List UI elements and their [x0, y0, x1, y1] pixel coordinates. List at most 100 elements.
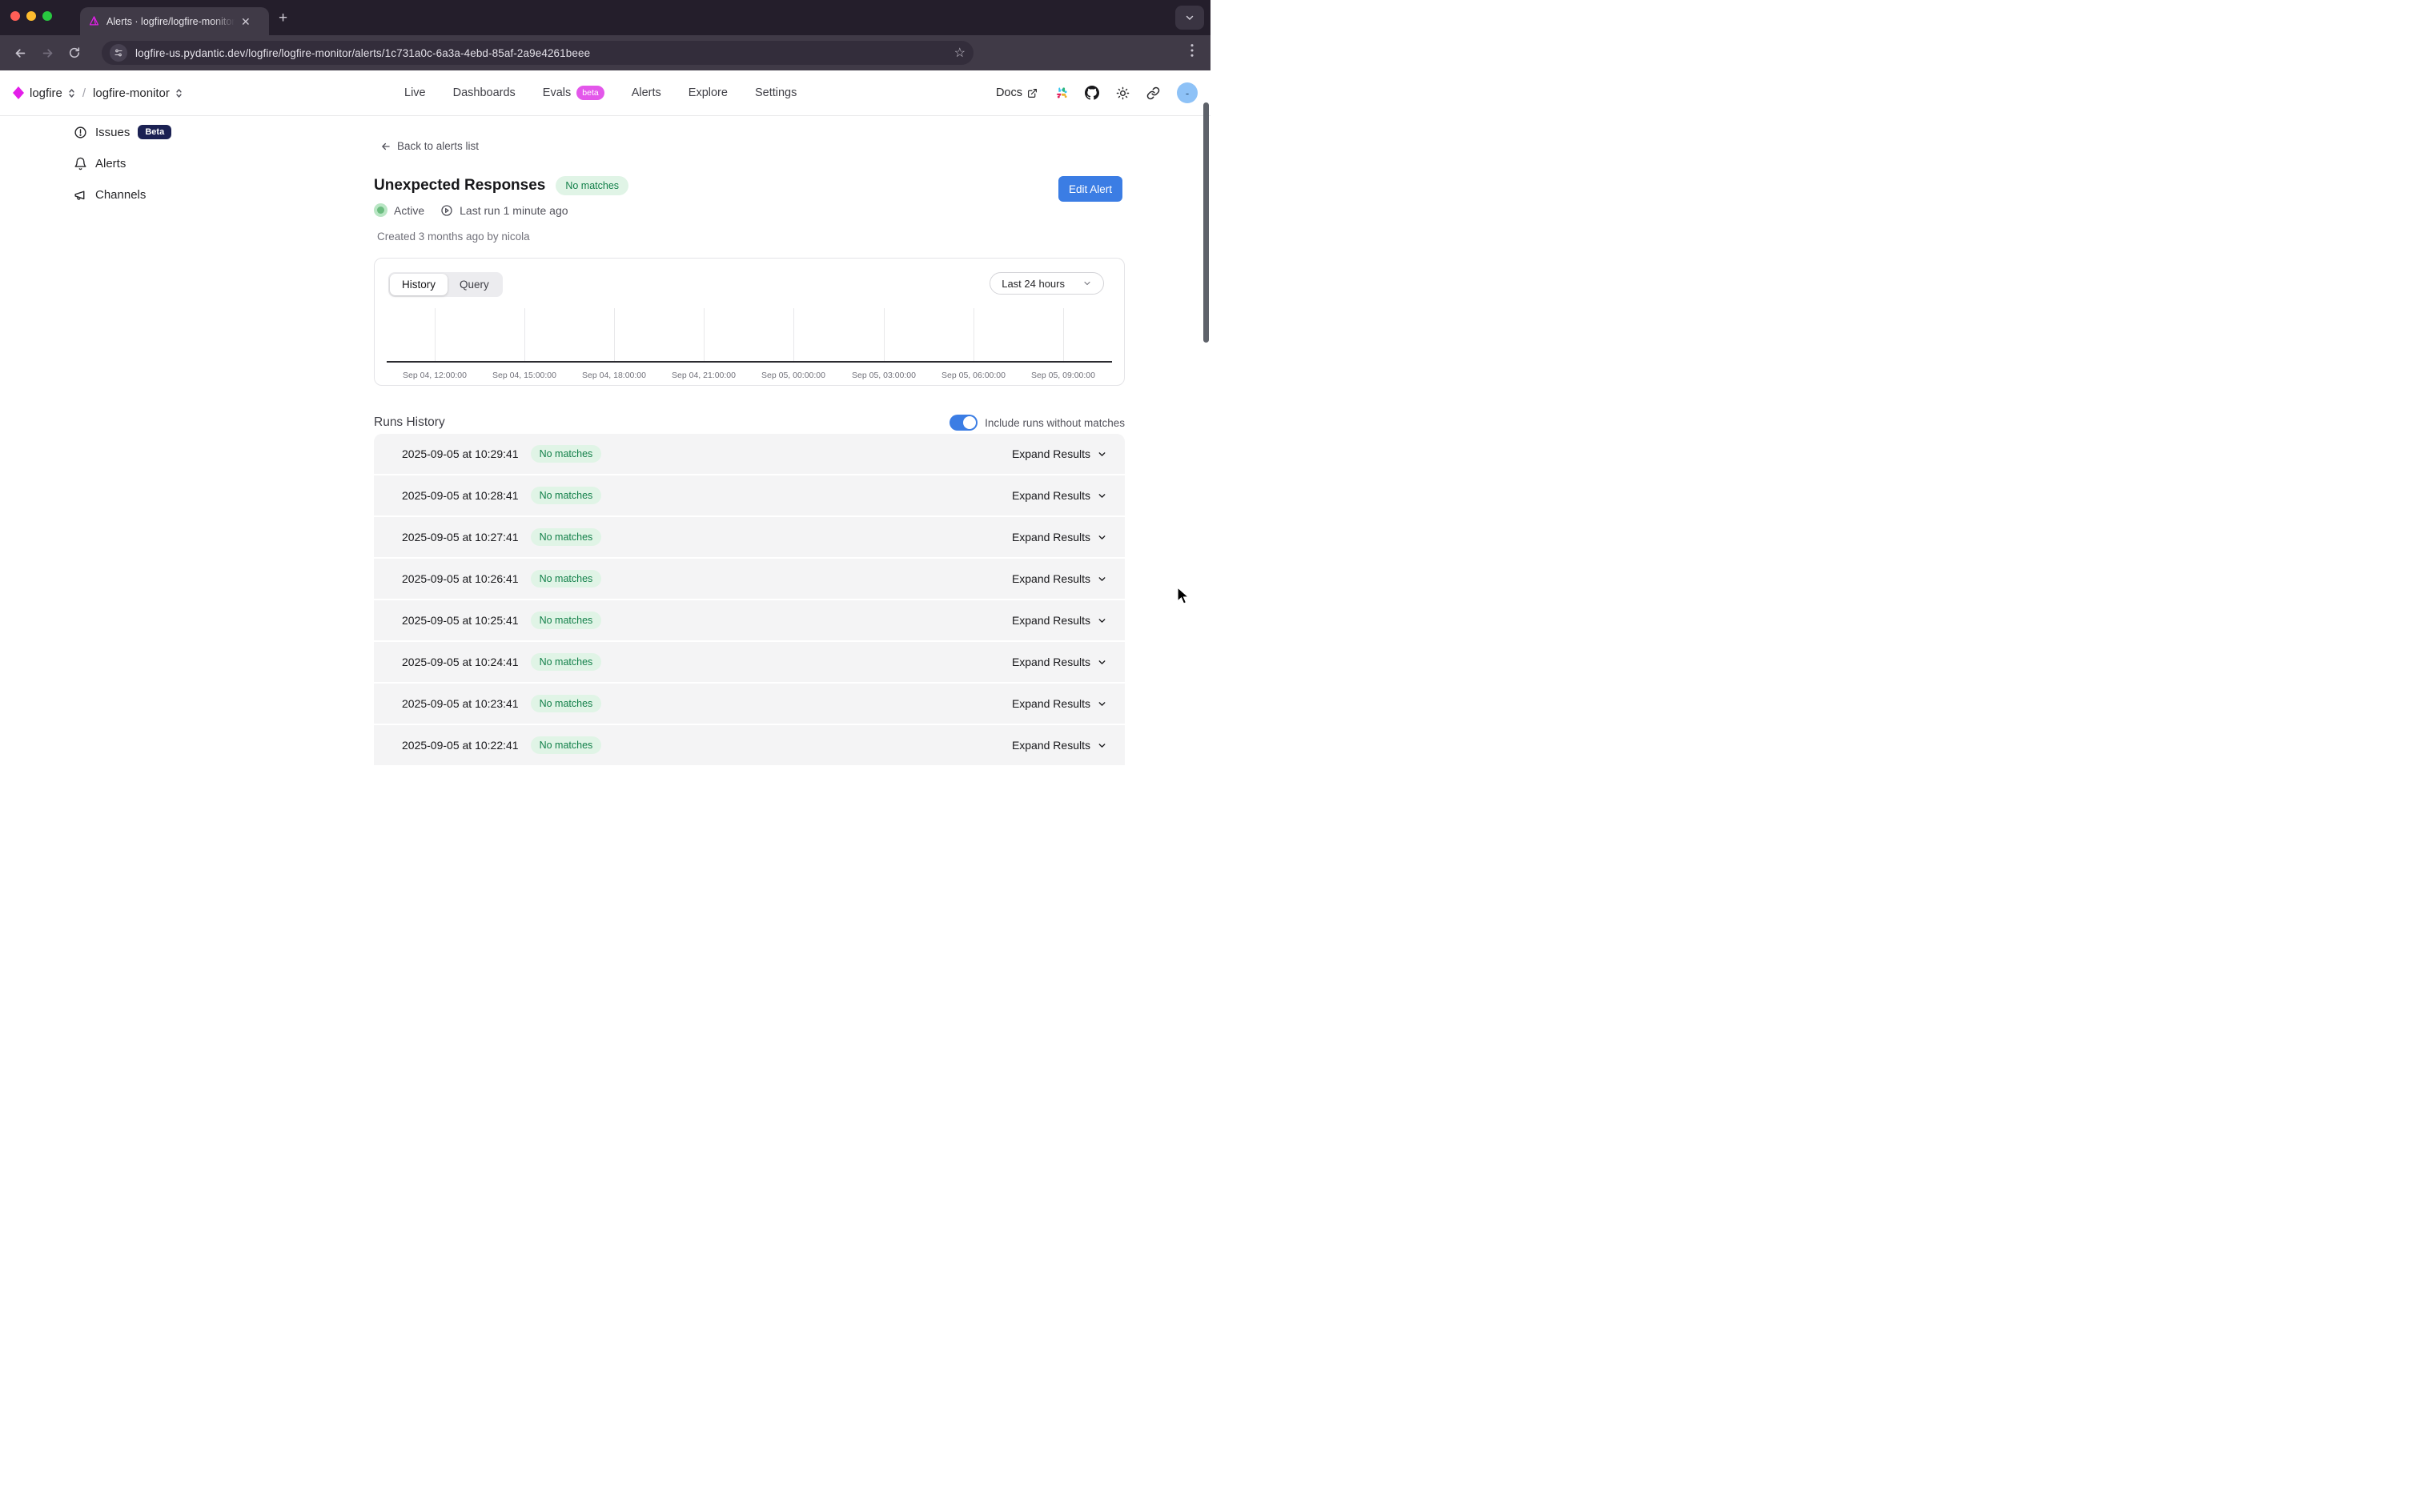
sidebar-item-channels[interactable]: Channels: [0, 179, 374, 211]
external-link-icon: [1027, 88, 1038, 98]
nav-item-explore[interactable]: Explore: [689, 86, 728, 99]
play-circle-icon: [440, 204, 453, 217]
mouse-cursor: [1177, 587, 1190, 606]
org-selector[interactable]: logfire: [30, 86, 62, 100]
x-tick: Sep 05, 03:00:00: [836, 371, 932, 380]
nav-item-evals[interactable]: Evalsbeta: [543, 86, 604, 100]
github-icon[interactable]: [1085, 86, 1099, 100]
run-timestamp: 2025-09-05 at 10:22:41: [402, 739, 519, 752]
chevron-down-icon: [1097, 699, 1107, 709]
run-row: 2025-09-05 at 10:25:41 No matches Expand…: [374, 600, 1125, 640]
alert-title: Unexpected Responses: [374, 177, 545, 195]
expand-results-button[interactable]: Expand Results: [1012, 697, 1107, 710]
alert-match-badge: No matches: [556, 176, 628, 195]
browser-menu-button[interactable]: [1186, 43, 1198, 58]
user-avatar[interactable]: -: [1177, 82, 1198, 103]
run-match-badge: No matches: [531, 695, 602, 712]
panel-tabs: History Query: [388, 272, 503, 297]
sidebar: Issues Beta Alerts Channels: [0, 116, 374, 211]
back-to-alerts-link[interactable]: Back to alerts list: [380, 140, 479, 152]
nav-links: Live Dashboards Evalsbeta Alerts Explore…: [404, 86, 797, 100]
docs-link[interactable]: Docs: [996, 86, 1038, 99]
chevron-down-icon: [1097, 574, 1107, 584]
x-tick: Sep 04, 15:00:00: [476, 371, 572, 380]
x-tick: Sep 04, 18:00:00: [566, 371, 662, 380]
zoom-window-button[interactable]: [42, 11, 52, 21]
project-selector[interactable]: logfire-monitor: [93, 86, 170, 100]
run-match-badge: No matches: [531, 445, 602, 463]
org-selector-chevrons-icon[interactable]: [68, 88, 75, 98]
tab-history[interactable]: History: [390, 274, 448, 295]
run-timestamp: 2025-09-05 at 10:25:41: [402, 614, 519, 627]
forward-button[interactable]: [34, 39, 61, 66]
nav-item-settings[interactable]: Settings: [755, 86, 797, 99]
runs-history-heading: Runs History: [374, 415, 445, 430]
x-tick: Sep 04, 12:00:00: [387, 371, 483, 380]
back-button[interactable]: [6, 39, 34, 66]
project-selector-chevrons-icon[interactable]: [175, 88, 183, 98]
tab-query[interactable]: Query: [448, 274, 501, 295]
breadcrumb-separator: /: [82, 86, 86, 100]
expand-results-button[interactable]: Expand Results: [1012, 489, 1107, 502]
alert-active-status: Active: [374, 203, 424, 217]
sidebar-item-issues[interactable]: Issues Beta: [0, 116, 374, 148]
edit-alert-button[interactable]: Edit Alert: [1058, 176, 1122, 202]
x-tick: Sep 05, 00:00:00: [745, 371, 841, 380]
url-text[interactable]: logfire-us.pydantic.dev/logfire/logfire-…: [135, 47, 946, 59]
history-panel: History Query Last 24 hours Sep 04, 12:0…: [374, 258, 1125, 386]
expand-results-button[interactable]: Expand Results: [1012, 447, 1107, 460]
run-match-badge: No matches: [531, 653, 602, 671]
expand-results-button[interactable]: Expand Results: [1012, 656, 1107, 668]
share-link-icon[interactable]: [1146, 86, 1160, 100]
bell-icon: [74, 157, 87, 170]
slack-icon[interactable]: [1054, 86, 1068, 100]
x-tick: Sep 05, 06:00:00: [925, 371, 1022, 380]
expand-results-button[interactable]: Expand Results: [1012, 614, 1107, 627]
close-tab-icon[interactable]: ✕: [241, 16, 251, 27]
nav-item-live[interactable]: Live: [404, 86, 426, 99]
runs-list: 2025-09-05 at 10:29:41 No matches Expand…: [374, 434, 1125, 765]
issues-badge-icon: [74, 126, 87, 139]
close-window-button[interactable]: [10, 11, 20, 21]
time-range-dropdown[interactable]: Last 24 hours: [990, 272, 1104, 295]
alert-status-row: Active Last run 1 minute ago: [374, 203, 568, 217]
window-controls[interactable]: [10, 11, 52, 21]
chart-x-axis: [387, 361, 1112, 363]
nav-item-dashboards[interactable]: Dashboards: [453, 86, 516, 99]
run-row: 2025-09-05 at 10:27:41 No matches Expand…: [374, 517, 1125, 557]
new-tab-button[interactable]: +: [279, 10, 287, 27]
run-timestamp: 2025-09-05 at 10:29:41: [402, 447, 519, 460]
url-bar[interactable]: logfire-us.pydantic.dev/logfire/logfire-…: [102, 41, 974, 65]
nav-utilities: Docs -: [996, 82, 1198, 103]
run-timestamp: 2025-09-05 at 10:27:41: [402, 531, 519, 543]
include-runs-toggle[interactable]: [950, 415, 978, 431]
x-tick: Sep 04, 21:00:00: [656, 371, 752, 380]
reload-button[interactable]: [61, 39, 88, 66]
bookmark-star-icon[interactable]: ☆: [954, 45, 966, 61]
chevron-down-icon: [1082, 279, 1092, 288]
page-scrollbar[interactable]: [1203, 102, 1209, 343]
run-match-badge: No matches: [531, 570, 602, 588]
minimize-window-button[interactable]: [26, 11, 36, 21]
run-row: 2025-09-05 at 10:22:41 No matches Expand…: [374, 725, 1125, 765]
theme-toggle-sun-icon[interactable]: [1116, 86, 1130, 100]
tab-search-button[interactable]: [1175, 6, 1204, 30]
chevron-down-icon: [1097, 657, 1107, 668]
nav-item-alerts[interactable]: Alerts: [632, 86, 661, 99]
run-timestamp: 2025-09-05 at 10:24:41: [402, 656, 519, 668]
run-row: 2025-09-05 at 10:26:41 No matches Expand…: [374, 559, 1125, 599]
browser-tab[interactable]: Alerts · logfire/logfire-monitor ✕: [80, 7, 269, 35]
expand-results-button[interactable]: Expand Results: [1012, 739, 1107, 752]
active-status-dot: [374, 203, 387, 217]
run-match-badge: No matches: [531, 612, 602, 629]
chevron-down-icon: [1097, 532, 1107, 543]
alert-last-run: Last run 1 minute ago: [440, 204, 568, 217]
alert-created-by: Created 3 months ago by nicola: [377, 231, 530, 243]
chevron-down-icon: [1097, 491, 1107, 501]
sidebar-item-alerts[interactable]: Alerts: [0, 148, 374, 179]
site-settings-icon[interactable]: [110, 44, 127, 62]
expand-results-button[interactable]: Expand Results: [1012, 572, 1107, 585]
history-chart: Sep 04, 12:00:00 Sep 04, 15:00:00 Sep 04…: [387, 308, 1112, 363]
expand-results-button[interactable]: Expand Results: [1012, 531, 1107, 543]
include-runs-toggle-label: Include runs without matches: [985, 417, 1125, 429]
